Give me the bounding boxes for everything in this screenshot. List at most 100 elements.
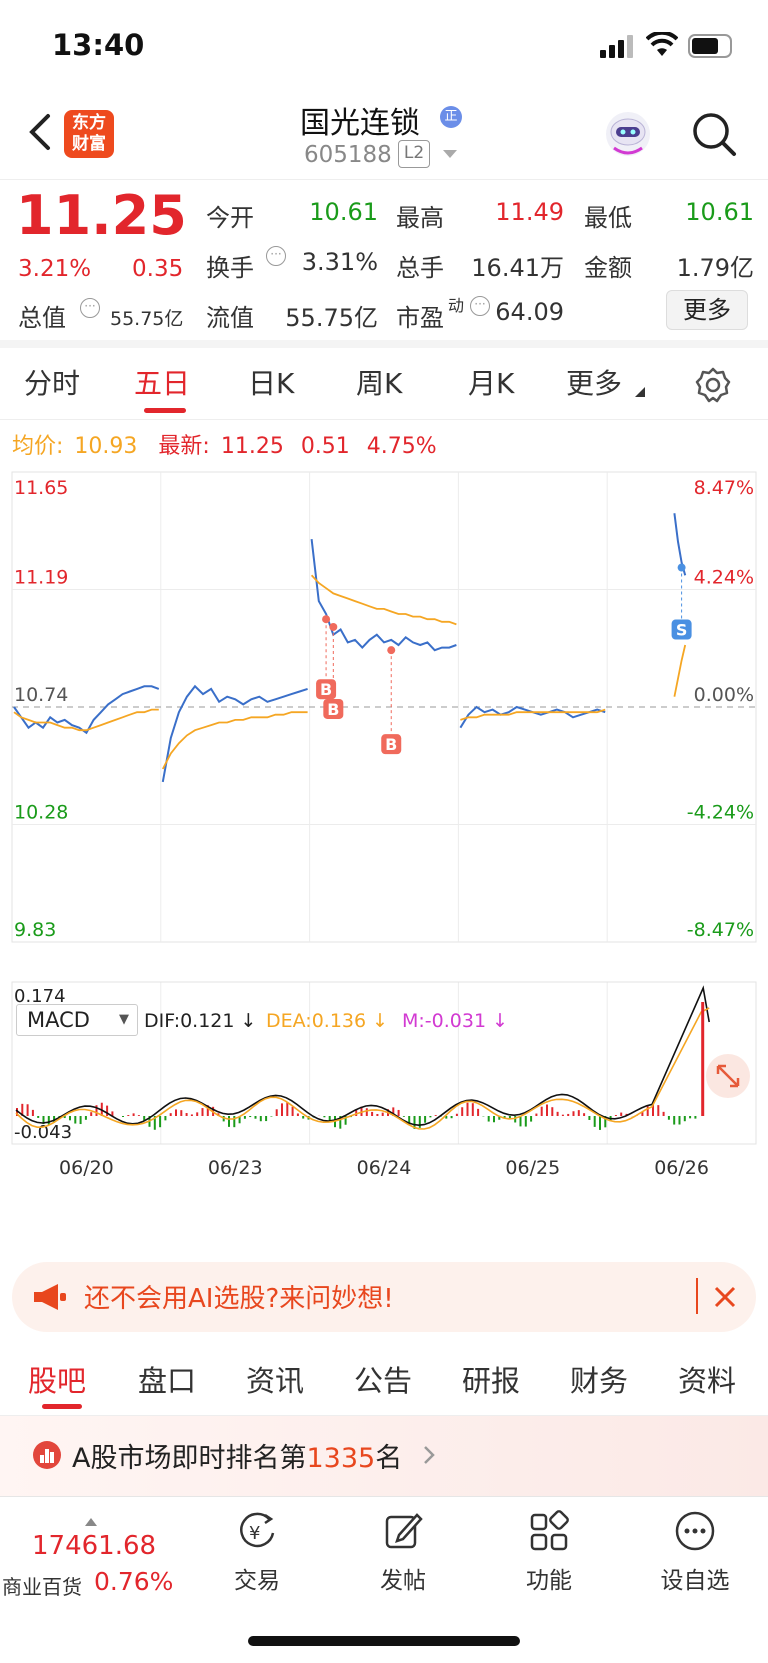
subtab-profile[interactable]: 资料 xyxy=(678,1358,736,1400)
more-button[interactable]: 更多 xyxy=(666,290,748,330)
open-label: 今开 xyxy=(206,204,254,232)
tab-intraday[interactable]: 分时 xyxy=(24,362,80,402)
macd-histogram-bar xyxy=(281,1103,283,1116)
info-icon[interactable]: ··· xyxy=(470,296,490,316)
macd-histogram-bar xyxy=(418,1116,421,1128)
pe-superscript: 动 xyxy=(448,296,465,315)
macd-histogram-bar xyxy=(169,1113,172,1116)
trade-marker-label: B xyxy=(327,700,339,719)
post-button[interactable]: 发帖 xyxy=(348,1509,458,1595)
edit-icon xyxy=(385,1513,423,1549)
macd-histogram-bar xyxy=(551,1107,554,1116)
macd-histogram-bar xyxy=(376,1113,379,1116)
y-axis-left-tick: 11.19 xyxy=(14,567,68,589)
tab-weekly-k[interactable]: 周K xyxy=(356,362,402,402)
volume-label: 总手 xyxy=(396,254,444,282)
chart-tabs: 分时 五日 日K 周K 月K 更多 xyxy=(0,348,768,420)
price-line xyxy=(161,684,308,783)
more-triangle-icon xyxy=(635,387,645,397)
index-change[interactable]: 0.76% xyxy=(94,1567,173,1596)
stock-name: 国光连锁 xyxy=(300,106,420,141)
avg-price-line xyxy=(310,574,457,626)
float-mv-label: 流值 xyxy=(206,304,254,332)
settings-icon[interactable] xyxy=(694,366,732,404)
info-icon[interactable]: ··· xyxy=(80,298,100,318)
y-axis-right-tick: 4.24% xyxy=(694,567,754,589)
y-axis-left-tick: 9.83 xyxy=(14,919,56,941)
status-time: 13:40 xyxy=(52,28,145,62)
function-button[interactable]: 功能 xyxy=(494,1509,604,1595)
app-logo[interactable]: 东方 财富 xyxy=(64,110,114,158)
banner-text: 还不会用AI选股?来问妙想! xyxy=(84,1284,394,1314)
macd-histogram-bar xyxy=(662,1111,665,1116)
avg-price-line xyxy=(13,708,159,732)
subtab-guba[interactable]: 股吧 xyxy=(28,1358,86,1400)
tab-daily-k[interactable]: 日K xyxy=(248,362,294,402)
macd-histogram-bar xyxy=(535,1113,538,1116)
active-subtab-indicator xyxy=(42,1404,82,1409)
add-watchlist-button[interactable]: 设自选 xyxy=(640,1509,750,1595)
trade-button[interactable]: ¥ 交易 xyxy=(202,1509,312,1595)
macd-histogram-bar xyxy=(530,1116,533,1122)
volume-value: 16.41万 xyxy=(471,254,564,282)
rank-text: A股市场即时排名第1335名 xyxy=(72,1436,402,1475)
search-icon[interactable] xyxy=(690,110,738,158)
trade-marker-dot xyxy=(329,622,338,631)
turnover-value: 3.31% xyxy=(301,248,378,276)
index-value[interactable]: 17461.68 xyxy=(32,1531,156,1561)
subtab-news[interactable]: 资讯 xyxy=(246,1358,304,1400)
macd-histogram-bar xyxy=(694,1116,697,1119)
macd-dif: DIF:0.121 ↓ xyxy=(144,1010,257,1032)
open-value: 10.61 xyxy=(309,198,378,226)
info-icon[interactable]: ··· xyxy=(266,246,286,266)
subtab-research[interactable]: 研报 xyxy=(462,1358,520,1400)
macd-histogram-bar xyxy=(90,1112,93,1116)
index-name[interactable]: 商业百货 xyxy=(2,1571,82,1600)
macd-histogram-bar xyxy=(180,1110,183,1116)
macd-histogram-bar xyxy=(599,1116,601,1130)
indicator-selector[interactable]: MACD ▼ xyxy=(16,1004,138,1036)
tab-monthly-k[interactable]: 月K xyxy=(468,362,514,402)
macd-histogram-bar xyxy=(37,1116,40,1118)
expand-button[interactable] xyxy=(706,1054,750,1098)
avg-label: 均价: xyxy=(12,434,64,459)
tab-more[interactable]: 更多 xyxy=(566,362,622,402)
macd-histogram-bar xyxy=(228,1116,230,1127)
robot-assistant-icon[interactable] xyxy=(602,108,654,160)
dropdown-icon[interactable] xyxy=(442,148,458,160)
macd-histogram-bar xyxy=(259,1116,262,1122)
subtab-announcements[interactable]: 公告 xyxy=(354,1358,412,1400)
stock-code: 605188 xyxy=(304,142,392,168)
pe-value: 64.09 xyxy=(495,298,564,326)
amount-value: 1.79亿 xyxy=(676,254,754,282)
five-day-chart[interactable]: 11.65 8.47% 11.19 4.24% 10.74 0.00% 10.28 -4.24… xyxy=(0,460,768,1230)
macd-histogram-bar xyxy=(561,1114,564,1116)
macd-histogram-bar xyxy=(365,1108,368,1116)
macd-histogram-bar xyxy=(588,1116,591,1120)
change-amount: 0.35 xyxy=(132,256,184,282)
macd-histogram-bar xyxy=(466,1102,469,1116)
macd-histogram-bar xyxy=(249,1116,252,1118)
info-tabs: 股吧 盘口 资讯 公告 研报 财务 资料 xyxy=(0,1348,768,1416)
macd-histogram-bar xyxy=(79,1116,82,1125)
macd-histogram-bar xyxy=(371,1111,374,1116)
macd-histogram-bar xyxy=(132,1113,135,1116)
macd-histogram-bar xyxy=(137,1115,140,1116)
more-circle-icon xyxy=(675,1511,715,1551)
subtab-pankou[interactable]: 盘口 xyxy=(138,1358,196,1400)
ai-banner[interactable]: 还不会用AI选股?来问妙想! xyxy=(12,1262,756,1332)
market-rank-row[interactable]: A股市场即时排名第1335名 xyxy=(0,1416,768,1496)
back-icon[interactable] xyxy=(26,112,54,152)
y-axis-left-tick: 10.74 xyxy=(14,684,68,706)
macd-histogram-bar xyxy=(519,1116,522,1127)
post-label: 发帖 xyxy=(380,1568,426,1594)
change-percent: 3.21% xyxy=(18,256,92,282)
float-mv-value: 55.75亿 xyxy=(285,304,378,332)
subtab-finance[interactable]: 财务 xyxy=(570,1358,628,1400)
level-badge[interactable]: L2 xyxy=(398,140,430,168)
macd-histogram-bar xyxy=(461,1107,464,1116)
latest-value: 11.25 xyxy=(220,434,284,459)
macd-histogram-bar xyxy=(583,1113,586,1116)
tab-five-day[interactable]: 五日 xyxy=(134,362,190,402)
close-icon[interactable] xyxy=(712,1284,738,1310)
